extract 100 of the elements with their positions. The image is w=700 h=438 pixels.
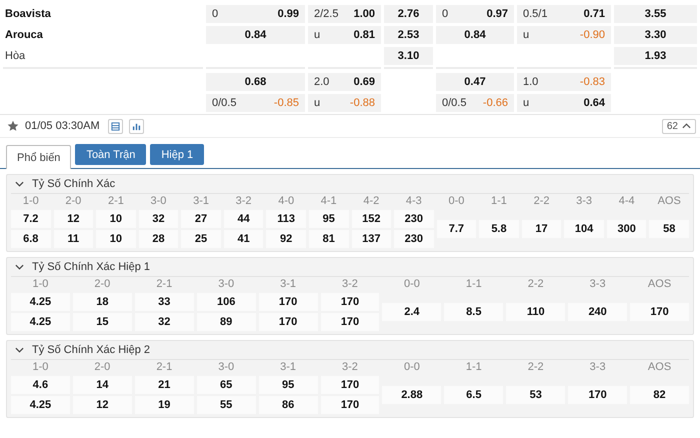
odds-cell[interactable]: 3.30: [614, 26, 697, 44]
odds-cell[interactable]: 137: [352, 230, 392, 248]
tab[interactable]: Hiệp 1: [150, 144, 204, 165]
odds-cell[interactable]: 2.4: [382, 303, 442, 321]
odds-cell[interactable]: 4.25: [11, 293, 70, 311]
score-label: 2-1: [106, 195, 125, 208]
odds-cell[interactable]: 18: [72, 293, 132, 311]
odds-cell[interactable]: 44: [224, 210, 264, 228]
score-label: 4-1: [320, 195, 338, 208]
odds-cell[interactable]: 240: [568, 303, 628, 321]
odds-cell[interactable]: 89: [196, 313, 256, 331]
odds-cell[interactable]: 1.0 -0.83: [517, 72, 611, 90]
odds-cell[interactable]: 170: [258, 313, 318, 331]
odds-cell[interactable]: 0.84: [206, 26, 305, 44]
odds-cell[interactable]: 2.53: [384, 26, 433, 44]
odds-cell[interactable]: 82: [630, 386, 689, 404]
odds-cell[interactable]: 14: [72, 376, 132, 394]
odds-cell[interactable]: 81: [308, 230, 348, 248]
tab[interactable]: Phổ biến: [6, 145, 72, 169]
odds-cell[interactable]: 0.5/1 0.71: [517, 4, 611, 22]
odds-cell[interactable]: u -0.88: [308, 94, 381, 112]
odds-cell[interactable]: 55: [196, 396, 256, 414]
odds-cell[interactable]: 58: [649, 220, 689, 238]
odds-cell[interactable]: 170: [568, 386, 628, 404]
odds-cell[interactable]: 113: [266, 210, 306, 228]
star-icon[interactable]: [7, 120, 19, 132]
odds-cell[interactable]: 104: [564, 220, 604, 238]
odds-cell[interactable]: 2.76: [384, 4, 433, 22]
odds-cell[interactable]: 41: [224, 230, 264, 248]
chevron-down-icon[interactable]: [15, 181, 24, 187]
odds-cell[interactable]: u -0.90: [517, 26, 611, 44]
odds-cell[interactable]: 12: [54, 210, 94, 228]
odds-cell[interactable]: 6.8: [11, 230, 51, 248]
odds-cell[interactable]: 32: [134, 313, 194, 331]
score-label: 4-3: [404, 195, 423, 208]
chart-button[interactable]: [128, 118, 144, 134]
odds-cell[interactable]: 21: [134, 376, 194, 394]
odds-cell[interactable]: 92: [266, 230, 306, 248]
odds-cell[interactable]: 0/0.5 -0.66: [436, 94, 514, 112]
odds-cell[interactable]: 0 0.97: [436, 4, 514, 22]
odds-cell[interactable]: 5.8: [479, 220, 519, 238]
odds-cell[interactable]: 86: [258, 396, 318, 414]
odds-cell[interactable]: 10: [96, 210, 136, 228]
odds-cell[interactable]: 230: [394, 210, 434, 228]
odds-cell[interactable]: 4.25: [11, 313, 70, 331]
odds-cell[interactable]: 110: [506, 303, 566, 321]
odds-cell[interactable]: 170: [258, 293, 318, 311]
odds-cell[interactable]: 6.5: [444, 386, 504, 404]
caret-up-icon: [682, 123, 691, 129]
odds-cell[interactable]: 28: [138, 230, 178, 248]
odds-cell[interactable]: 7.7: [436, 220, 476, 238]
odds-cell[interactable]: 12: [72, 396, 132, 414]
score-label: 3-3: [588, 361, 607, 374]
odds-cell[interactable]: 0 0.99: [206, 4, 305, 22]
odds-cell[interactable]: 300: [606, 220, 646, 238]
odds-cell[interactable]: 17: [522, 220, 562, 238]
tab[interactable]: Toàn Trận: [75, 144, 146, 165]
odds-cell[interactable]: 170: [320, 376, 380, 394]
score-label: 0-0: [402, 361, 421, 374]
odds-cell[interactable]: 2.88: [382, 386, 442, 404]
odds-cell[interactable]: 19: [134, 396, 194, 414]
odds-cell[interactable]: 65: [196, 376, 256, 394]
odds-cell[interactable]: 2/2.5 1.00: [308, 4, 381, 22]
odds-cell[interactable]: 25: [181, 230, 221, 248]
chevron-down-icon[interactable]: [15, 347, 24, 353]
odds-cell[interactable]: 2.0 0.69: [308, 72, 381, 90]
odds-cell[interactable]: 95: [308, 210, 348, 228]
odds-cell[interactable]: 95: [258, 376, 318, 394]
odds-cell[interactable]: 53: [506, 386, 566, 404]
odds-cell[interactable]: u 0.64: [517, 94, 611, 112]
count-button[interactable]: 62: [662, 118, 696, 134]
odds-cell[interactable]: 11: [54, 230, 94, 248]
odds-cell[interactable]: 3.10: [384, 46, 433, 64]
odds-cell[interactable]: 0.47: [436, 72, 514, 90]
list-button[interactable]: [108, 118, 123, 134]
odds-cell[interactable]: 106: [196, 293, 256, 311]
odds-cell[interactable]: 0.68: [206, 72, 305, 90]
odds-cell[interactable]: 170: [320, 396, 380, 414]
odds-cell[interactable]: 15: [72, 313, 132, 331]
odds-cell[interactable]: u 0.81: [308, 26, 381, 44]
odds-cell[interactable]: 1.93: [614, 46, 697, 64]
odds-cell[interactable]: 0.84: [436, 26, 514, 44]
odds-cell[interactable]: 33: [134, 293, 194, 311]
odds-cell[interactable]: 0/0.5 -0.85: [206, 94, 305, 112]
odds-cell[interactable]: 230: [394, 230, 434, 248]
odds-cell[interactable]: 170: [320, 293, 380, 311]
odds-cell[interactable]: 8.5: [444, 303, 504, 321]
odds-cell[interactable]: 152: [352, 210, 392, 228]
odds-cell[interactable]: 170: [320, 313, 380, 331]
odds-cell[interactable]: 32: [138, 210, 178, 228]
odds-cell[interactable]: 4.6: [11, 376, 70, 394]
odds-cell[interactable]: 170: [630, 303, 689, 321]
team-name: Boavista: [4, 8, 51, 20]
odds-cell[interactable]: 4.25: [11, 396, 70, 414]
odds-cell[interactable]: 7.2: [11, 210, 51, 228]
odds-cell[interactable]: 10: [96, 230, 136, 248]
odds-cell[interactable]: 3.55: [614, 4, 697, 22]
chevron-down-icon[interactable]: [15, 264, 24, 270]
bar-chart-icon: [132, 122, 141, 130]
odds-cell[interactable]: 27: [181, 210, 221, 228]
